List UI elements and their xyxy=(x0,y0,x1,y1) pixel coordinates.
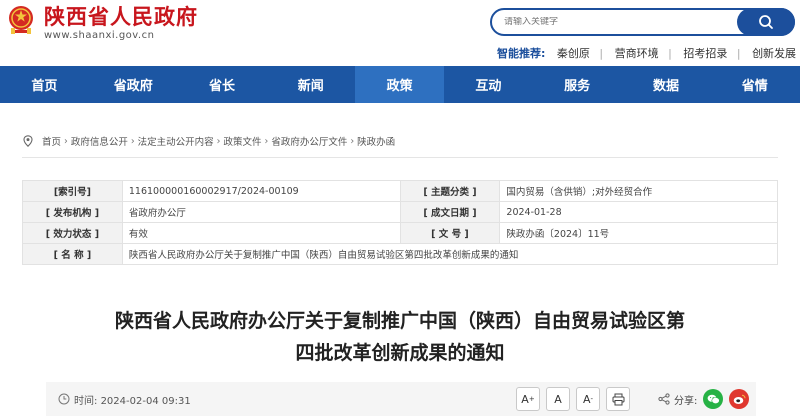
status-label: [ 效力状态 ] xyxy=(22,222,123,244)
article-title-line: 陕西省人民政府办公厅关于复制推广中国（陕西）自由贸易试验区第 xyxy=(114,310,685,332)
nav-item-service[interactable]: 服务 xyxy=(533,66,622,103)
article-toolbar: 时间: 2024-02-04 09:31 A + A A- 分享: xyxy=(46,382,756,416)
national-emblem-icon xyxy=(9,6,33,34)
printer-icon xyxy=(612,393,624,405)
breadcrumb: 首页 › 政府信息公开 › 法定主动公开内容 › 政策文件 › 省政府办公厅文件… xyxy=(22,134,395,148)
publish-time-label: 时间: xyxy=(74,395,98,407)
share-area: 分享: xyxy=(658,382,750,416)
docno-value: 陕政办函〔2024〕11号 xyxy=(499,222,778,244)
publish-time: 时间: 2024-02-04 09:31 xyxy=(74,392,191,407)
font-decrease-button[interactable]: A- xyxy=(576,387,600,411)
name-label: [ 名 称 ] xyxy=(22,243,123,265)
search-button[interactable] xyxy=(737,8,795,36)
breadcrumb-statutory-content[interactable]: 法定主动公开内容 xyxy=(138,134,214,148)
docno-label: [ 文 号 ] xyxy=(399,222,501,244)
date-label: [ 成文日期 ] xyxy=(399,201,501,223)
issuer-label: [ 发布机构 ] xyxy=(22,201,123,223)
date-value: 2024-01-28 xyxy=(499,201,778,223)
font-increase-button[interactable]: A + xyxy=(516,387,540,411)
main-nav: 首页 省政府 省长 新闻 政策 互动 服务 数据 省情 xyxy=(0,66,800,103)
separator: | xyxy=(736,47,741,60)
search-box xyxy=(490,8,795,36)
font-large-glyph: A xyxy=(521,392,529,406)
search-input[interactable] xyxy=(504,17,734,27)
share-label: 分享: xyxy=(674,395,698,407)
nav-item-province-info[interactable]: 省情 xyxy=(710,66,799,103)
nav-item-government[interactable]: 省政府 xyxy=(89,66,178,103)
breadcrumb-separator: › xyxy=(264,135,269,147)
breadcrumb-separator: › xyxy=(130,135,135,147)
breadcrumb-home[interactable]: 首页 xyxy=(42,134,61,148)
location-pin-icon xyxy=(23,135,33,147)
smart-item-innovation[interactable]: 创新发展 xyxy=(752,47,796,60)
font-medium-glyph: A xyxy=(554,392,562,406)
nav-item-news[interactable]: 新闻 xyxy=(266,66,355,103)
nav-item-data[interactable]: 数据 xyxy=(622,66,711,103)
smart-item-business-environment[interactable]: 营商环境 xyxy=(615,47,659,60)
index-label: [索引号] xyxy=(22,180,123,202)
weibo-share-button[interactable] xyxy=(729,389,750,409)
font-plus-sign: + xyxy=(528,395,535,403)
publish-time-value: 2024-02-04 09:31 xyxy=(100,395,191,407)
breadcrumb-separator: › xyxy=(216,135,221,147)
wechat-icon xyxy=(707,394,720,404)
table-row: [ 效力状态 ] 有效 [ 文 号 ] 陕政办函〔2024〕11号 xyxy=(22,222,778,244)
separator: | xyxy=(599,47,604,60)
font-reset-button[interactable]: A xyxy=(546,387,570,411)
smart-item-recruitment[interactable]: 招考招录 xyxy=(683,47,727,60)
nav-item-governor[interactable]: 省长 xyxy=(178,66,267,103)
breadcrumb-office-documents[interactable]: 省政府办公厅文件 xyxy=(271,134,347,148)
breadcrumb-current[interactable]: 陕政办函 xyxy=(357,134,395,148)
article-title: 陕西省人民政府办公厅关于复制推广中国（陕西）自由贸易试验区第 四批改革创新成果的… xyxy=(60,305,740,369)
breadcrumb-info-disclosure[interactable]: 政府信息公开 xyxy=(71,134,128,148)
topic-label: [ 主题分类 ] xyxy=(399,180,501,202)
nav-item-interaction[interactable]: 互动 xyxy=(444,66,533,103)
share-icon xyxy=(658,393,670,405)
nav-item-policy[interactable]: 政策 xyxy=(355,66,444,103)
wechat-share-button[interactable] xyxy=(703,389,724,409)
breadcrumb-policy-documents[interactable]: 政策文件 xyxy=(223,134,261,148)
font-minus-sign: - xyxy=(590,395,594,403)
issuer-value: 省政府办公厅 xyxy=(121,201,401,223)
index-value: 116100000160002917/2024-00109 xyxy=(121,180,401,202)
document-info-table: [索引号] 116100000160002917/2024-00109 [ 主题… xyxy=(22,180,779,265)
site-title: 陕西省人民政府 xyxy=(44,5,198,29)
table-row: [ 发布机构 ] 省政府办公厅 [ 成文日期 ] 2024-01-28 xyxy=(22,201,778,223)
article-title-line: 四批改革创新成果的通知 xyxy=(295,342,505,364)
breadcrumb-separator: › xyxy=(64,135,68,147)
site-domain: www.shaanxi.gov.cn xyxy=(44,30,155,41)
table-row: [ 名 称 ] 陕西省人民政府办公厅关于复制推广中国（陕西）自由贸易试验区第四批… xyxy=(22,243,779,265)
name-value: 陕西省人民政府办公厅关于复制推广中国（陕西）自由贸易试验区第四批改革创新成果的通… xyxy=(121,243,779,265)
font-small-glyph: A xyxy=(582,392,591,406)
smart-recommend: 智能推荐: 秦创原 | 营商环境 | 招考招录 | 创新发展 xyxy=(497,45,796,61)
separator: | xyxy=(668,47,672,60)
smart-item-qinchuangyuan[interactable]: 秦创原 xyxy=(557,47,590,60)
site-logo[interactable]: 陕西省人民政府 www.shaanxi.gov.cn xyxy=(6,4,198,42)
table-row: [索引号] 116100000160002917/2024-00109 [ 主题… xyxy=(22,180,778,202)
status-value: 有效 xyxy=(121,222,401,244)
clock-icon xyxy=(58,393,70,405)
breadcrumb-separator: › xyxy=(350,135,355,147)
smart-recommend-label: 智能推荐: xyxy=(497,47,546,60)
topic-value: 国内贸易（含供销）;对外经贸合作 xyxy=(499,180,778,202)
weibo-icon xyxy=(733,394,746,404)
breadcrumb-divider xyxy=(22,157,778,158)
search-icon xyxy=(759,15,773,29)
site-header: 陕西省人民政府 www.shaanxi.gov.cn 智能推荐: 秦创原 | 营… xyxy=(0,0,800,66)
print-button[interactable] xyxy=(606,387,630,411)
nav-item-home[interactable]: 首页 xyxy=(0,66,89,103)
